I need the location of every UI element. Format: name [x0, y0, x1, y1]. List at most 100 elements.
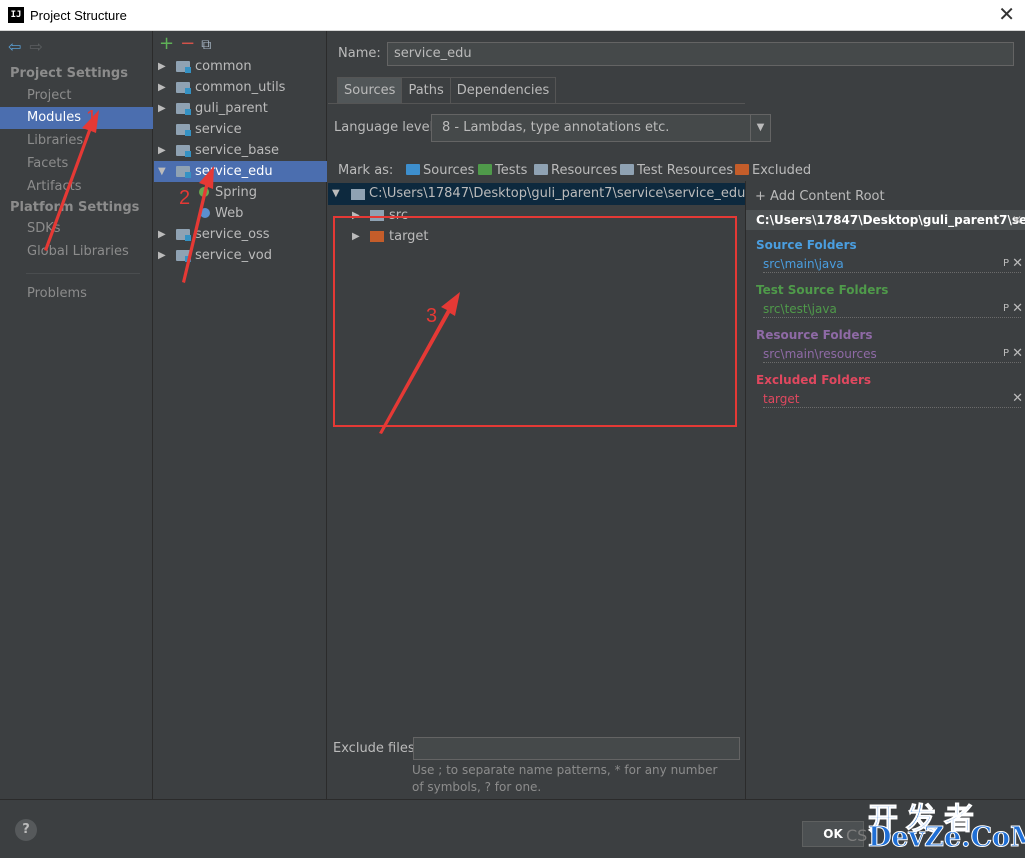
- edit-properties-icon[interactable]: P: [1003, 256, 1009, 272]
- nav-item-problems[interactable]: Problems: [0, 283, 153, 305]
- expand-arrow-icon[interactable]: ▶: [158, 140, 166, 161]
- section-platform-settings: Platform Settings: [10, 200, 140, 215]
- remove-folder-icon[interactable]: ✕: [1012, 346, 1023, 362]
- expand-arrow-icon[interactable]: ▶: [352, 205, 360, 226]
- remove-folder-icon[interactable]: ✕: [1012, 256, 1023, 272]
- folder-row-src[interactable]: ▶ src: [328, 205, 745, 226]
- module-folder-icon: [176, 82, 191, 94]
- nav-history: ⇦ ⇨: [8, 37, 43, 56]
- module-tabs: Sources Paths Dependencies: [337, 77, 557, 103]
- resource-folder-item: src\main\resources P ✕: [763, 346, 1023, 363]
- tree-row-common-utils[interactable]: ▶ common_utils: [154, 77, 327, 98]
- folder-label: src: [389, 208, 408, 223]
- language-level-label: Language level:: [334, 120, 438, 135]
- content-root-row[interactable]: ▼ C:\Users\17847\Desktop\guli_parent7\se…: [328, 183, 745, 205]
- exclude-files-hint: Use ; to separate name patterns, * for a…: [412, 763, 718, 794]
- resources-folder-icon: [534, 164, 548, 175]
- nav-item-global-libraries[interactable]: Global Libraries: [0, 241, 153, 263]
- tree-row-label: service: [195, 122, 242, 137]
- collapse-arrow-icon[interactable]: ▼: [158, 161, 166, 182]
- tree-row-service-base[interactable]: ▶ service_base: [154, 140, 327, 161]
- mark-as-sources-button[interactable]: Sources: [406, 161, 474, 181]
- section-project-settings: Project Settings: [10, 66, 128, 81]
- remove-folder-icon[interactable]: ✕: [1012, 301, 1023, 317]
- module-name-input[interactable]: service_edu: [387, 42, 1014, 66]
- collapse-arrow-icon[interactable]: ▼: [332, 183, 340, 205]
- folder-icon: [370, 210, 384, 221]
- folder-icon: [351, 189, 365, 200]
- tree-row-service[interactable]: service: [154, 119, 327, 140]
- site-watermark: CS 开发者 DevZe.CoM: [846, 794, 1025, 856]
- source-folders-title: Source Folders: [756, 238, 857, 252]
- nav-item-modules[interactable]: Modules: [0, 107, 153, 129]
- mark-as-excluded-label: Excluded: [752, 163, 812, 178]
- test-source-folder-path: src\test\java: [763, 302, 837, 316]
- mark-as-resources-button[interactable]: Resources: [534, 161, 617, 181]
- module-folder-icon: [176, 103, 191, 115]
- remove-root-icon[interactable]: ✕: [1012, 210, 1022, 230]
- content-root-summary: + Add Content Root C:\Users\17847\Deskto…: [745, 181, 1025, 799]
- remove-module-button[interactable]: −: [180, 33, 195, 54]
- chevron-down-icon[interactable]: ▼: [750, 115, 770, 141]
- expand-arrow-icon[interactable]: ▶: [158, 77, 166, 98]
- resource-folder-path: src\main\resources: [763, 347, 877, 361]
- module-folder-icon: [176, 166, 191, 178]
- exclude-files-input[interactable]: [413, 737, 740, 760]
- tests-folder-icon: [478, 164, 492, 175]
- copy-module-button[interactable]: ⧉: [201, 37, 211, 53]
- expand-arrow-icon[interactable]: ▶: [158, 224, 166, 245]
- title-bar: IJ Project Structure ✕: [0, 0, 1025, 31]
- mark-as-test-resources-label: Test Resources: [637, 163, 734, 178]
- mark-as-tests-button[interactable]: Tests: [478, 161, 527, 181]
- nav-item-libraries[interactable]: Libraries: [0, 130, 153, 152]
- sources-folder-icon: [406, 164, 420, 175]
- back-arrow-icon[interactable]: ⇦: [8, 37, 21, 56]
- mark-as-excluded-button[interactable]: Excluded: [735, 161, 811, 181]
- expand-arrow-icon[interactable]: ▶: [158, 98, 166, 119]
- tree-row-service-vod[interactable]: ▶ service_vod: [154, 245, 327, 266]
- tab-dependencies[interactable]: Dependencies: [449, 77, 557, 103]
- mark-as-label: Mark as:: [338, 163, 394, 178]
- tree-row-service-oss[interactable]: ▶ service_oss: [154, 224, 327, 245]
- excluded-folder-icon: [735, 164, 749, 175]
- module-settings-panel: Name: service_edu Sources Paths Dependen…: [328, 31, 1025, 799]
- window-title: Project Structure: [30, 8, 127, 23]
- nav-item-artifacts[interactable]: Artifacts: [0, 176, 153, 198]
- name-label: Name:: [338, 46, 381, 61]
- test-source-folders-title: Test Source Folders: [756, 283, 889, 297]
- forward-arrow-icon[interactable]: ⇨: [29, 37, 42, 56]
- add-module-button[interactable]: +: [159, 33, 174, 54]
- excluded-folder-path: target: [763, 392, 800, 406]
- tree-row-label: guli_parent: [195, 101, 268, 116]
- tab-sources[interactable]: Sources: [337, 77, 403, 103]
- close-icon[interactable]: ✕: [998, 4, 1015, 24]
- mark-as-test-resources-button[interactable]: Test Resources: [620, 161, 733, 181]
- tree-row-label: service_vod: [195, 248, 272, 263]
- tree-row-guli-parent[interactable]: ▶ guli_parent: [154, 98, 327, 119]
- expand-arrow-icon[interactable]: ▶: [158, 56, 166, 77]
- edit-properties-icon[interactable]: P: [1003, 346, 1009, 362]
- module-tree-panel: + − ⧉ ▶ common ▶ common_utils ▶ guli_parent s…: [154, 31, 327, 799]
- tree-row-label: Web: [215, 206, 244, 221]
- tree-row-label: service_base: [195, 143, 280, 158]
- expand-arrow-icon[interactable]: ▶: [352, 226, 360, 247]
- language-level-select[interactable]: 8 - Lambdas, type annotations etc. ▼: [431, 114, 771, 142]
- remove-folder-icon[interactable]: ✕: [1012, 391, 1023, 407]
- tree-row-label: common_utils: [195, 80, 286, 95]
- summary-root-path-text: C:\Users\17847\Desktop\guli_parent7\ser: [756, 213, 1025, 227]
- tree-row-service-edu[interactable]: ▼ service_edu: [154, 161, 327, 182]
- tree-row-label: service_oss: [195, 227, 270, 242]
- tab-paths[interactable]: Paths: [401, 77, 451, 103]
- add-content-root-button[interactable]: + Add Content Root: [755, 189, 885, 204]
- help-icon[interactable]: ?: [15, 819, 37, 841]
- nav-item-sdks[interactable]: SDKs: [0, 218, 153, 240]
- expand-arrow-icon[interactable]: ▶: [158, 245, 166, 266]
- nav-item-facets[interactable]: Facets: [0, 153, 153, 175]
- folder-row-target[interactable]: ▶ target: [328, 226, 745, 247]
- edit-properties-icon[interactable]: P: [1003, 301, 1009, 317]
- tree-row-common[interactable]: ▶ common: [154, 56, 327, 77]
- nav-item-project[interactable]: Project: [0, 85, 153, 107]
- annotation-highlight-box: [333, 216, 737, 427]
- language-level-value: 8 - Lambdas, type annotations etc.: [442, 120, 670, 135]
- module-folder-icon: [176, 250, 191, 262]
